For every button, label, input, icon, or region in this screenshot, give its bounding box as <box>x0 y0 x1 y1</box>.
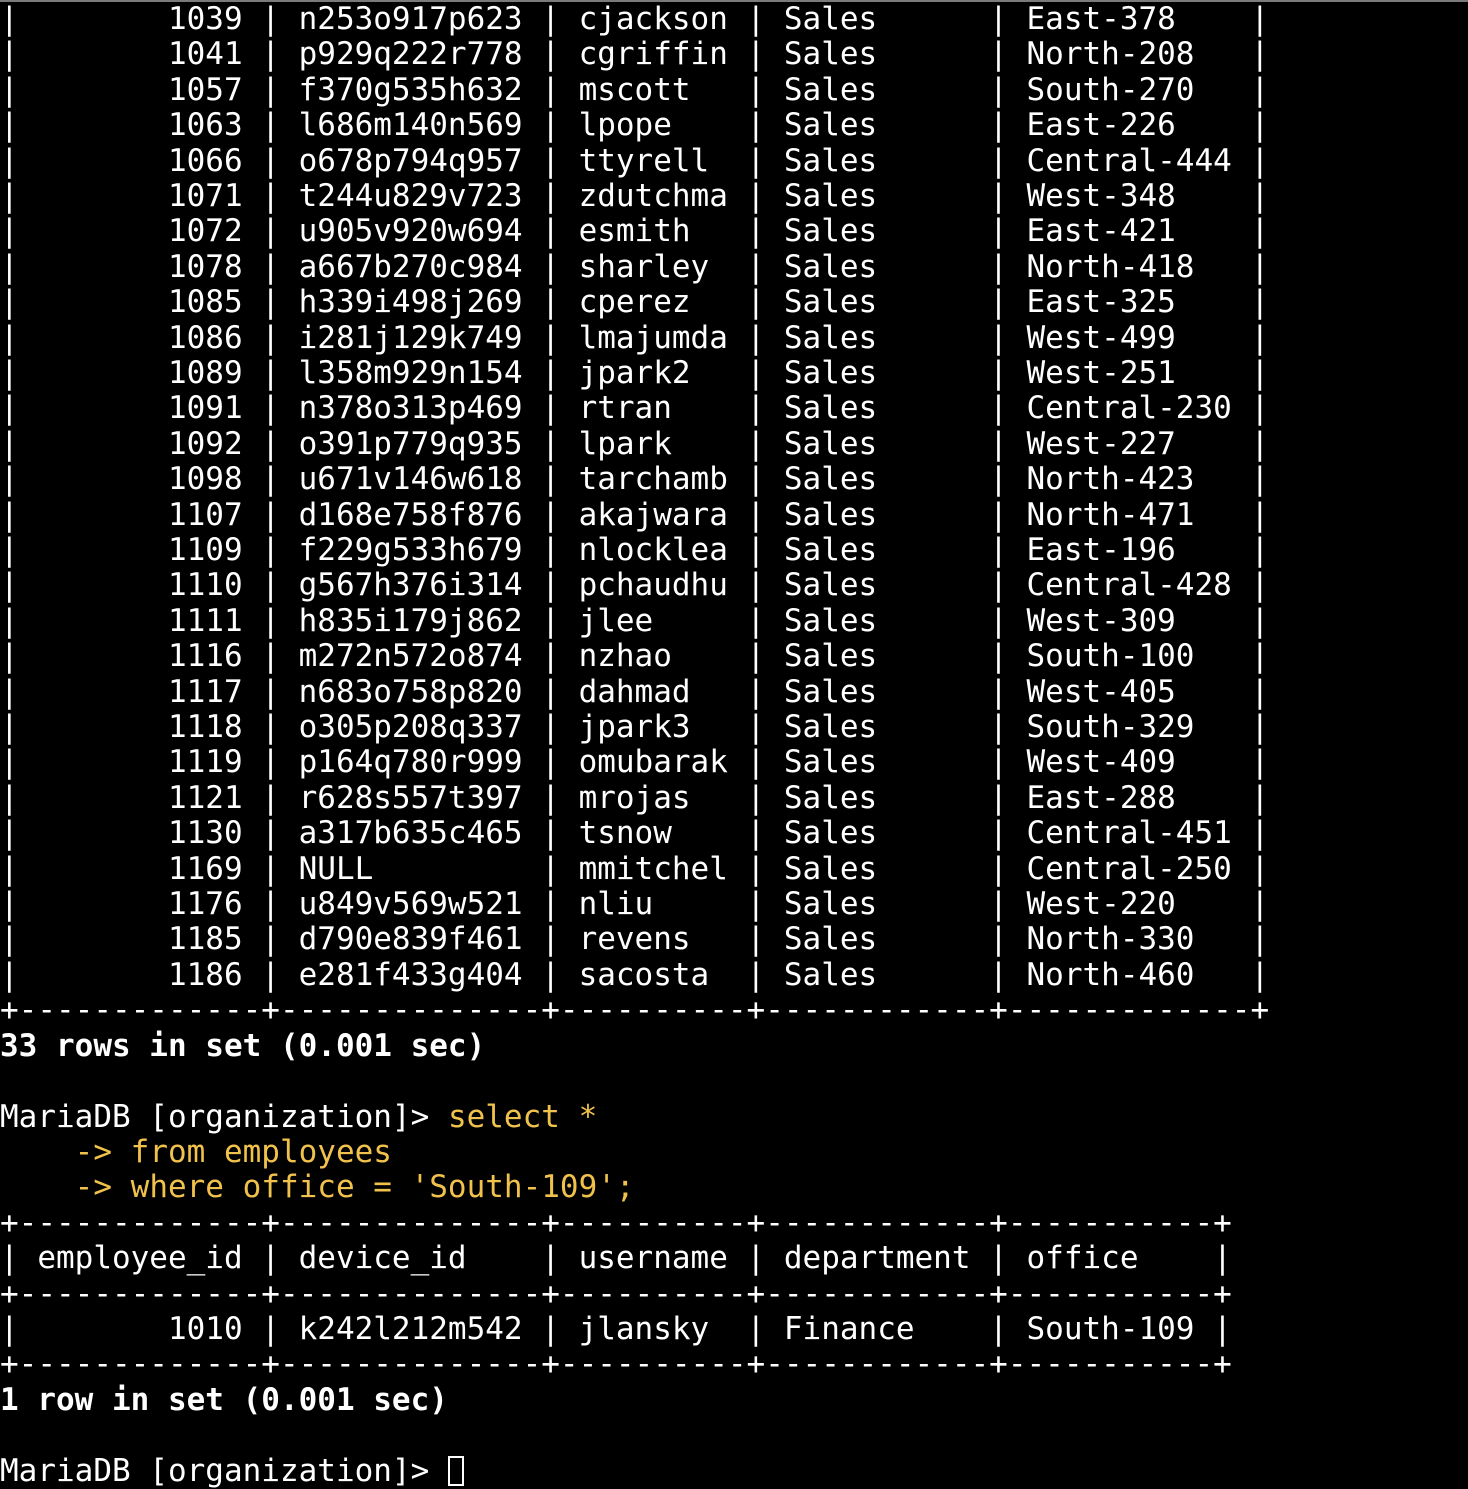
table-row: | 1092 | o391p779q935 | lpark | Sales | … <box>0 426 1270 462</box>
table-row: | 1116 | m272n572o874 | nzhao | Sales | … <box>0 638 1270 674</box>
result-count: 1 row in set (0.001 sec) <box>0 1382 448 1418</box>
terminal-window[interactable]: | 1039 | n253o917p623 | cjackson | Sales… <box>0 0 1468 1489</box>
table-row: | 1176 | u849v569w521 | nliu | Sales | W… <box>0 886 1270 922</box>
table-row: | 1111 | h835i179j862 | jlee | Sales | W… <box>0 603 1270 639</box>
continuation-arrow: -> <box>0 1134 131 1170</box>
table-row: | 1110 | g567h376i314 | pchaudhu | Sales… <box>0 567 1270 603</box>
table-row: | 1185 | d790e839f461 | revens | Sales |… <box>0 921 1270 957</box>
result-count: 33 rows in set (0.001 sec) <box>0 1028 486 1064</box>
table-row: | 1107 | d168e758f876 | akajwara | Sales… <box>0 497 1270 533</box>
table-border: +-------------+--------------+----------… <box>0 1346 1232 1382</box>
prompt: MariaDB [organization]> <box>0 1453 448 1489</box>
text-cursor[interactable] <box>447 1455 464 1486</box>
table-row: | 1118 | o305p208q337 | jpark3 | Sales |… <box>0 709 1270 745</box>
continuation-arrow: -> <box>0 1169 131 1205</box>
table-row: | 1085 | h339i498j269 | cperez | Sales |… <box>0 284 1270 320</box>
table-row: | 1041 | p929q222r778 | cgriffin | Sales… <box>0 36 1270 72</box>
query-text: select * <box>447 1099 598 1135</box>
table-row: | 1063 | l686m140n569 | lpope | Sales | … <box>0 107 1270 143</box>
table-header: | employee_id | device_id | username | d… <box>0 1240 1232 1276</box>
table-row: | 1169 | NULL | mmitchel | Sales | Centr… <box>0 851 1270 887</box>
table-row: | 1117 | n683o758p820 | dahmad | Sales |… <box>0 674 1270 710</box>
table-row: | 1066 | o678p794q957 | ttyrell | Sales … <box>0 143 1270 179</box>
table-border: +-------------+--------------+----------… <box>0 992 1270 1028</box>
table-row: | 1186 | e281f433g404 | sacosta | Sales … <box>0 957 1270 993</box>
table-row: | 1078 | a667b270c984 | sharley | Sales … <box>0 249 1270 285</box>
table-border: +-------------+--------------+----------… <box>0 1276 1232 1312</box>
query-continuation: -> where office = 'South-109'; <box>0 1170 635 1205</box>
table-row: | 1109 | f229g533h679 | nlocklea | Sales… <box>0 532 1270 568</box>
query-continuation: -> from employees <box>0 1135 392 1170</box>
command-input-line[interactable]: MariaDB [organization]> <box>0 1454 464 1489</box>
table-row: | 1057 | f370g535h632 | mscott | Sales |… <box>0 72 1270 108</box>
table-row: | 1071 | t244u829v723 | zdutchma | Sales… <box>0 178 1270 214</box>
table-row: | 1091 | n378o313p469 | rtran | Sales | … <box>0 390 1270 426</box>
table-row: | 1089 | l358m929n154 | jpark2 | Sales |… <box>0 355 1270 391</box>
table-row: | 1086 | i281j129k749 | lmajumda | Sales… <box>0 320 1270 356</box>
query-text: from employees <box>130 1134 392 1170</box>
query-prompt-line: MariaDB [organization]> select * <box>0 1100 597 1135</box>
table-row: | 1010 | k242l212m542 | jlansky | Financ… <box>0 1311 1232 1347</box>
table-border: +-------------+--------------+----------… <box>0 1205 1232 1241</box>
table-row: | 1039 | n253o917p623 | cjackson | Sales… <box>0 1 1270 37</box>
table-row: | 1119 | p164q780r999 | omubarak | Sales… <box>0 744 1270 780</box>
table-row: | 1121 | r628s557t397 | mrojas | Sales |… <box>0 780 1270 816</box>
prompt: MariaDB [organization]> <box>0 1099 448 1135</box>
query-text: where office = 'South-109'; <box>130 1169 635 1205</box>
table-row: | 1130 | a317b635c465 | tsnow | Sales | … <box>0 815 1270 851</box>
table-row: | 1072 | u905v920w694 | esmith | Sales |… <box>0 213 1270 249</box>
table-row: | 1098 | u671v146w618 | tarchamb | Sales… <box>0 461 1270 497</box>
